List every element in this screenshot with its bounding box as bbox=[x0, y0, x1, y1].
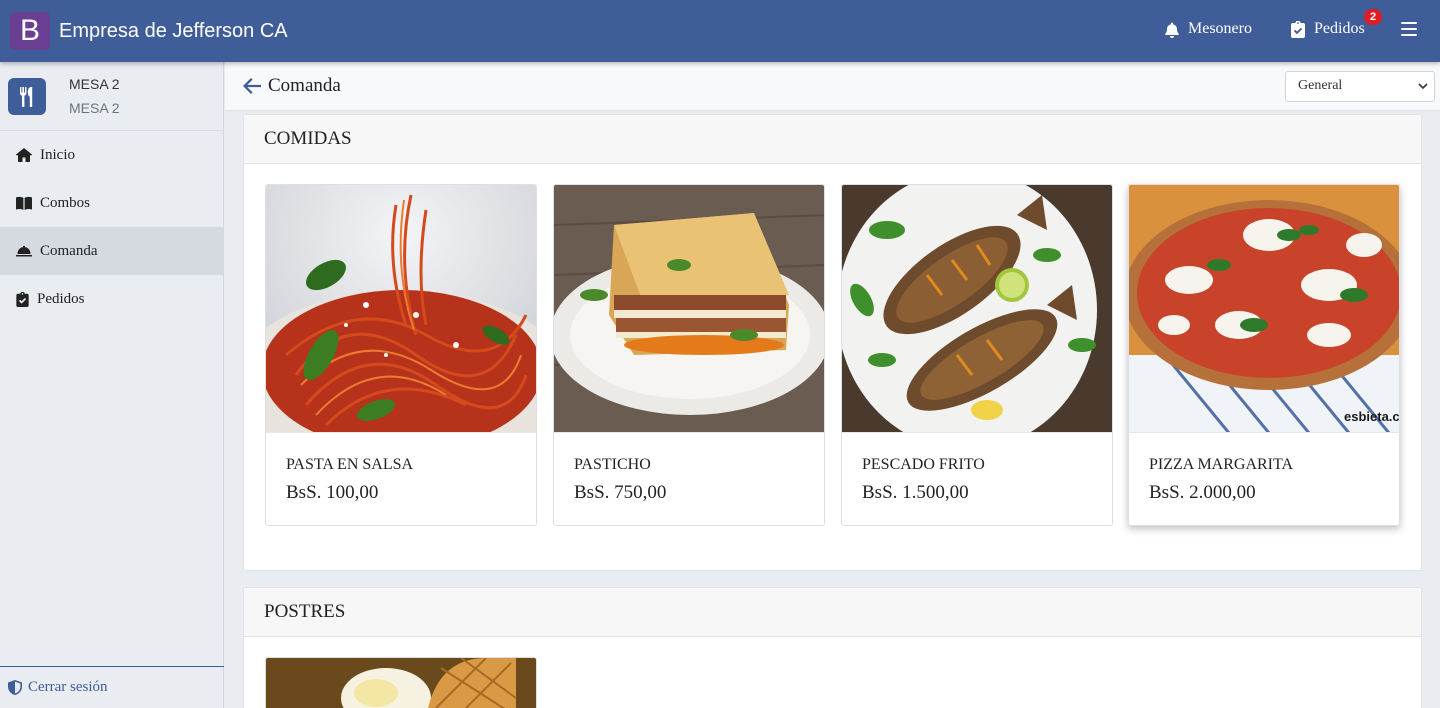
top-navbar: B Empresa de Jefferson CA Mesonero Pedid… bbox=[0, 0, 1440, 62]
page-subheader: Comanda General bbox=[225, 62, 1440, 111]
bell-icon bbox=[1165, 22, 1179, 38]
waffle-dessert-image[interactable] bbox=[265, 657, 537, 708]
pedidos-button[interactable]: Pedidos bbox=[1290, 20, 1365, 38]
pedidos-count-badge: 2 bbox=[1364, 9, 1382, 25]
fried-fish-image bbox=[842, 185, 1112, 433]
category-select-value: General bbox=[1298, 78, 1343, 93]
bell-service-icon bbox=[16, 246, 32, 257]
section-postres: POSTRES bbox=[243, 587, 1422, 708]
mesa-info: MESA 2 MESA 2 bbox=[0, 62, 224, 131]
product-price: BsS. 100,00 bbox=[286, 482, 379, 503]
logout-button[interactable]: Cerrar sesión bbox=[0, 666, 224, 708]
utensils-icon bbox=[8, 78, 46, 115]
company-name[interactable]: Empresa de Jefferson CA bbox=[59, 20, 288, 43]
book-icon bbox=[16, 196, 32, 210]
product-name: PIZZA MARGARITA bbox=[1149, 456, 1294, 473]
sidebar-item-combos[interactable]: Combos bbox=[0, 179, 224, 227]
sidebar-item-label: Pedidos bbox=[37, 290, 85, 307]
section-title: POSTRES bbox=[244, 588, 1421, 637]
mesa-subtitle: MESA 2 bbox=[69, 100, 120, 116]
pedidos-label: Pedidos bbox=[1314, 20, 1365, 37]
pizza-image: esbieta.c bbox=[1129, 185, 1400, 433]
sidebar-item-comanda[interactable]: Comanda bbox=[0, 227, 224, 275]
home-icon bbox=[16, 148, 32, 162]
product-name: PASTA EN SALSA bbox=[286, 456, 414, 473]
product-card-pescado[interactable]: PESCADO FRITO BsS. 1.500,00 bbox=[841, 184, 1113, 526]
chevron-down-icon bbox=[1418, 83, 1428, 90]
product-price: BsS. 750,00 bbox=[574, 482, 667, 503]
svg-text:esbieta.c: esbieta.c bbox=[1344, 409, 1400, 424]
back-arrow-icon[interactable] bbox=[243, 78, 261, 94]
clipboard-check-icon bbox=[1291, 20, 1305, 38]
section-comidas: COMIDAS PASTA EN SALSA BsS. 100,00 PASTI… bbox=[243, 114, 1422, 571]
product-price: BsS. 2.000,00 bbox=[1149, 482, 1256, 503]
product-price: BsS. 1.500,00 bbox=[862, 482, 969, 503]
page-title: Comanda bbox=[268, 75, 341, 96]
product-card-pizza[interactable]: esbieta.c PIZZA MARGARITA BsS. 2.000,00 bbox=[1128, 184, 1400, 526]
sidebar-item-pedidos[interactable]: Pedidos bbox=[0, 275, 224, 323]
mesa-title: MESA 2 bbox=[69, 76, 120, 92]
mesonero-label: Mesonero bbox=[1188, 20, 1252, 37]
mesonero-button[interactable]: Mesonero bbox=[1164, 20, 1252, 38]
sidebar: MESA 2 MESA 2 Inicio Combos Comanda Pedi… bbox=[0, 62, 224, 708]
product-card-pasta[interactable]: PASTA EN SALSA BsS. 100,00 bbox=[265, 184, 537, 526]
hamburger-menu-icon[interactable] bbox=[1401, 22, 1417, 38]
brand-logo[interactable]: B bbox=[10, 12, 50, 50]
product-card-pasticho[interactable]: PASTICHO BsS. 750,00 bbox=[553, 184, 825, 526]
lasagna-image bbox=[554, 185, 824, 433]
section-title: COMIDAS bbox=[244, 115, 1421, 164]
pasta-image bbox=[266, 185, 536, 433]
sidebar-item-inicio[interactable]: Inicio bbox=[0, 131, 224, 179]
product-name: PASTICHO bbox=[574, 456, 651, 473]
shield-icon bbox=[8, 680, 22, 695]
sidebar-item-label: Comanda bbox=[40, 242, 98, 259]
sidebar-item-label: Inicio bbox=[40, 146, 75, 163]
product-name: PESCADO FRITO bbox=[862, 456, 985, 473]
sidebar-item-label: Combos bbox=[40, 194, 91, 211]
logout-label: Cerrar sesión bbox=[28, 679, 108, 695]
clipboard-check-icon bbox=[16, 291, 29, 307]
category-select[interactable]: General bbox=[1285, 71, 1435, 102]
